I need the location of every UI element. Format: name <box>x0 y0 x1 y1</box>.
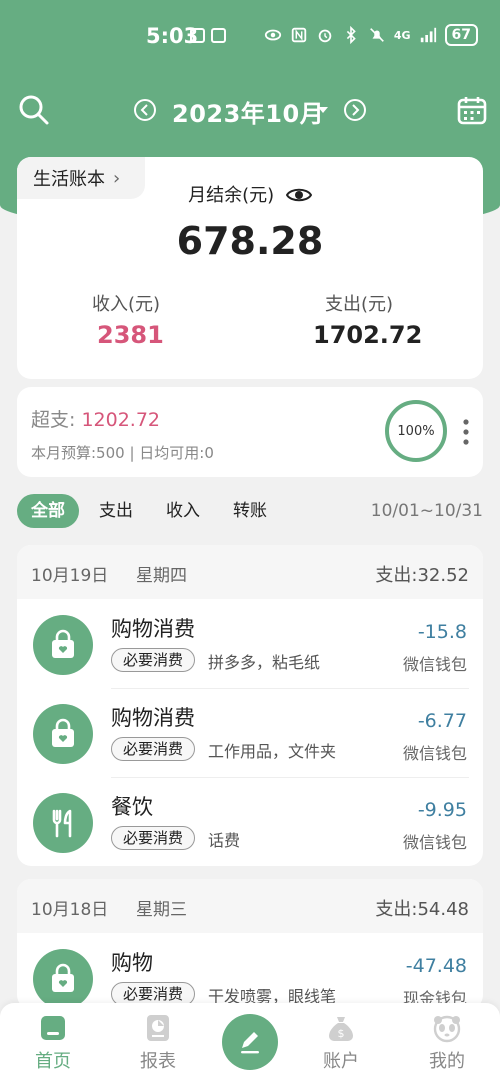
status-icons: 4G 67 <box>264 24 478 46</box>
nav-home[interactable]: 首页 <box>13 1013 93 1073</box>
transaction-amount: -47.48 <box>405 955 467 977</box>
nav-report-label: 报表 <box>140 1051 176 1072</box>
transaction-group: 10月19日 星期四 支出:32.52 购物消费 必要消费 拼多多，粘毛纸 -1… <box>17 545 483 866</box>
balance-value: 678.28 <box>176 219 324 263</box>
transaction-tag: 必要消费 <box>111 737 196 761</box>
nav-report[interactable]: 报表 <box>118 1013 198 1073</box>
shopping-bag-icon <box>33 704 93 764</box>
transaction-note: 话费 <box>208 831 241 850</box>
income-value: 2381 <box>97 321 164 349</box>
transaction-row[interactable]: 餐饮 必要消费 话费 -9.95 微信钱包 <box>17 777 483 866</box>
next-month-icon[interactable] <box>343 98 367 122</box>
nav-account[interactable]: $ 账户 <box>301 1013 381 1073</box>
month-selector[interactable]: 2023年10月 <box>172 94 324 129</box>
nav-profile-label: 我的 <box>429 1051 465 1072</box>
budget-subtitle: 本月预算:500 | 日均可用:0 <box>31 444 214 462</box>
more-vertical-icon[interactable] <box>463 419 469 445</box>
tab-transfer[interactable]: 转账 <box>233 494 267 528</box>
group-header: 10月18日 星期三 支出:54.48 <box>17 879 483 933</box>
overspend: 超支: 1202.72 <box>31 405 160 432</box>
filter-bar: 全部 支出 收入 转账 10/01~10/31 <box>17 494 483 528</box>
transaction-category: 餐饮 <box>111 795 153 819</box>
transaction-amount: -6.77 <box>417 710 467 732</box>
group-weekday: 星期四 <box>136 566 187 586</box>
income-label: 收入(元) <box>92 294 161 315</box>
transaction-row[interactable]: 购物消费 必要消费 拼多多，粘毛纸 -15.8 微信钱包 <box>17 599 483 688</box>
tab-all[interactable]: 全部 <box>17 494 79 528</box>
eye-icon[interactable] <box>285 186 312 204</box>
nav-account-label: 账户 <box>323 1051 359 1072</box>
svg-text:$: $ <box>338 1027 345 1040</box>
battery-indicator: 67 <box>444 24 478 46</box>
search-icon[interactable] <box>16 92 52 128</box>
status-bar: 5:03 4G 67 <box>0 0 500 72</box>
pencil-icon <box>241 1032 259 1054</box>
transaction-tag: 必要消费 <box>111 826 196 850</box>
expense-label: 支出(元) <box>325 294 394 315</box>
calendar-icon[interactable] <box>456 94 488 126</box>
shopping-bag-icon <box>33 949 93 1009</box>
transaction-category: 购物消费 <box>111 706 195 730</box>
prev-month-icon[interactable] <box>133 98 157 122</box>
network-type: 4G <box>393 28 411 42</box>
nfc-icon <box>291 27 307 43</box>
nav-home-label: 首页 <box>35 1051 71 1072</box>
summary-card: 生活账本 › 月结余(元) 678.28 收入(元) 2381 支出(元) 17… <box>17 157 483 379</box>
group-date: 10月19日 <box>31 566 109 586</box>
balance-label-text: 月结余(元) <box>188 185 275 206</box>
transaction-category: 购物消费 <box>111 617 195 641</box>
expense-value: 1702.72 <box>313 321 423 349</box>
bluetooth-icon <box>346 26 356 44</box>
group-total: 支出:32.52 <box>375 565 469 586</box>
group-weekday: 星期三 <box>136 900 187 920</box>
tab-expense[interactable]: 支出 <box>99 494 133 528</box>
eye-status-icon <box>264 29 281 41</box>
date-range[interactable]: 10/01~10/31 <box>371 494 483 528</box>
transaction-amount: -9.95 <box>417 799 467 821</box>
transaction-account: 微信钱包 <box>402 833 467 852</box>
transaction-category: 购物 <box>111 951 153 975</box>
bottom-nav: 首页 报表 $ 账户 我的 <box>0 1003 500 1079</box>
shopping-bag-icon <box>33 615 93 675</box>
fork-knife-icon <box>33 793 93 853</box>
transaction-account: 微信钱包 <box>402 655 467 674</box>
group-date: 10月18日 <box>31 900 109 920</box>
panda-icon <box>433 1015 461 1043</box>
overspend-value: 1202.72 <box>81 409 161 431</box>
signal-icon <box>420 27 436 43</box>
home-icon <box>41 1016 65 1040</box>
money-bag-icon: $ <box>329 1017 353 1041</box>
balance-label: 月结余(元) <box>17 181 483 207</box>
budget-progress-ring: 100% <box>385 400 447 462</box>
app-notification-icon <box>190 28 205 43</box>
transaction-row[interactable]: 购物消费 必要消费 工作用品，文件夹 -6.77 微信钱包 <box>17 688 483 777</box>
tab-income[interactable]: 收入 <box>166 494 200 528</box>
gallery-notification-icon <box>211 28 226 43</box>
transaction-amount: -15.8 <box>417 621 467 643</box>
transaction-note: 工作用品，文件夹 <box>208 742 337 761</box>
transaction-account: 微信钱包 <box>402 744 467 763</box>
group-header: 10月19日 星期四 支出:32.52 <box>17 545 483 599</box>
transaction-tag: 必要消费 <box>111 648 196 672</box>
add-record-button[interactable] <box>222 1014 278 1070</box>
caret-down-icon[interactable] <box>318 107 328 113</box>
transaction-row[interactable]: 购物 必要消费 干发喷雾，眼线笔 -47.48 现金钱包 <box>17 933 483 1009</box>
mute-icon <box>369 28 384 42</box>
budget-progress-text: 100% <box>397 423 435 439</box>
transaction-note: 拼多多，粘毛纸 <box>208 653 321 672</box>
budget-card[interactable]: 超支: 1202.72 本月预算:500 | 日均可用:0 100% <box>17 387 483 477</box>
transaction-group: 10月18日 星期三 支出:54.48 购物 必要消费 干发喷雾，眼线笔 -47… <box>17 879 483 1009</box>
nav-profile[interactable]: 我的 <box>407 1013 487 1073</box>
app-header: 2023年10月 <box>0 88 500 132</box>
report-icon <box>147 1015 169 1041</box>
group-total: 支出:54.48 <box>375 899 469 920</box>
overspend-label: 超支: <box>31 409 76 431</box>
alarm-icon <box>318 29 332 43</box>
